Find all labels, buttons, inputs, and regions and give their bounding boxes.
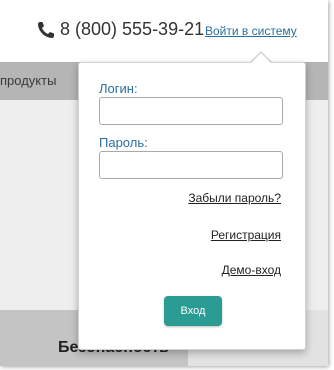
login-link[interactable]: Войти в систему [205,24,297,38]
forgot-password-link[interactable]: Забыли пароль? [188,191,281,205]
login-label: Логин: [99,81,138,96]
popup-caret [251,53,271,63]
nav-item-products[interactable]: продукты [0,73,56,88]
demo-login-link[interactable]: Демо-вход [222,263,281,277]
header: 8 (800) 555-39-21 Войти в систему [0,0,328,62]
password-input[interactable] [99,151,283,179]
phone-number: 8 (800) 555-39-21 [60,19,205,39]
login-popup: Логин: Пароль: Забыли пароль? Регистраци… [78,62,306,350]
login-submit-button[interactable]: Вход [164,296,222,326]
page: 8 (800) 555-39-21 Войти в систему продук… [0,0,328,366]
login-input[interactable] [99,97,283,125]
phone-icon [38,22,54,38]
register-link[interactable]: Регистрация [211,228,281,242]
password-label: Пароль: [99,135,148,150]
